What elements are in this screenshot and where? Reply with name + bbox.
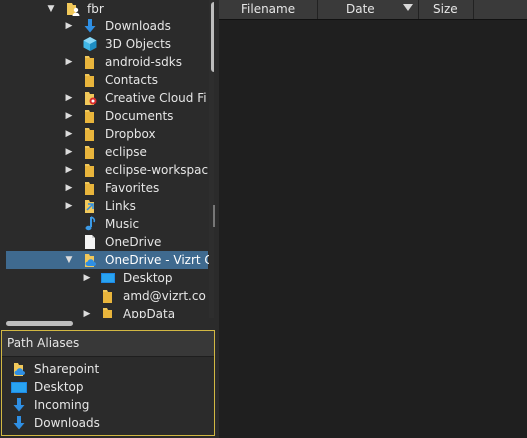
tree-vertical-scroll-thumb[interactable] <box>211 2 214 72</box>
tree-item-eclipse-workspace[interactable]: ▶ eclipse-workspac <box>6 161 209 179</box>
tree-item-fbr[interactable]: ▼ fbr <box>6 0 206 18</box>
tree-item-label: 3D Objects <box>105 37 172 51</box>
tree-item-label: OneDrive <box>105 235 162 249</box>
tree-item-android-sdks[interactable]: ▶ android-sdks <box>6 53 206 71</box>
tree-item-label: AppData <box>123 307 176 318</box>
alias-label: Desktop <box>34 380 84 394</box>
tree-item-music[interactable]: Music <box>6 215 206 233</box>
pane-splitter-handle[interactable] <box>213 205 215 227</box>
tree-item-documents[interactable]: ▶ Documents <box>6 107 206 125</box>
folder-icon <box>100 288 116 304</box>
tree-item-label: fbr <box>87 2 104 16</box>
download-arrow-icon <box>82 18 98 34</box>
collapsed-arrow-icon[interactable]: ▶ <box>64 107 74 125</box>
folder-icon <box>82 72 98 88</box>
path-aliases-title: Path Aliases <box>7 336 80 350</box>
tree-item-amd-vizrt[interactable]: amd@vizrt.co <box>6 287 206 305</box>
tree-item-appdata[interactable]: ▶ AppData <box>6 305 206 318</box>
tree-item-contacts[interactable]: Contacts <box>6 71 206 89</box>
collapsed-arrow-icon[interactable]: ▶ <box>82 305 92 318</box>
onedrive-folder-icon <box>82 252 98 268</box>
column-header-size[interactable]: Size <box>419 0 474 19</box>
folder-icon <box>82 180 98 196</box>
collapsed-arrow-icon[interactable]: ▶ <box>64 17 74 35</box>
column-header-label: Size <box>433 2 458 16</box>
tree-item-label: Favorites <box>105 181 160 195</box>
folder-icon <box>82 162 98 178</box>
alias-item-sharepoint[interactable]: Sharepoint <box>9 360 209 378</box>
tree-item-label: amd@vizrt.co <box>123 289 206 303</box>
tree-horizontal-scroll-thumb[interactable] <box>6 321 73 326</box>
collapsed-arrow-icon[interactable]: ▶ <box>64 89 74 107</box>
tree-item-label: Contacts <box>105 73 158 87</box>
tree-item-links[interactable]: ▶ Links <box>6 197 206 215</box>
desktop-folder-icon <box>11 379 27 395</box>
alias-label: Sharepoint <box>34 362 100 376</box>
tree-horizontal-scrollbar[interactable] <box>6 320 214 328</box>
tree-item-creative-cloud-files[interactable]: ▶ Creative Cloud Fi <box>6 89 207 107</box>
tree-item-label: Music <box>105 217 140 231</box>
column-header-label: Date <box>346 2 375 16</box>
tree-item-label: android-sdks <box>105 55 182 69</box>
tree-item-label: eclipse-workspac <box>105 163 209 177</box>
expand-arrow-icon[interactable]: ▼ <box>64 251 74 269</box>
tree-item-label: Desktop <box>123 271 173 285</box>
sort-descending-icon <box>403 4 413 11</box>
file-list-header: Filename Date Size <box>219 0 527 20</box>
tree-item-label: Dropbox <box>105 127 156 141</box>
folder-icon <box>82 108 98 124</box>
creative-cloud-folder-icon <box>82 90 98 106</box>
collapsed-arrow-icon[interactable]: ▶ <box>64 125 74 143</box>
collapsed-arrow-icon[interactable]: ▶ <box>82 269 92 287</box>
download-arrow-icon <box>11 397 27 413</box>
collapsed-arrow-icon[interactable]: ▶ <box>64 179 74 197</box>
tree-item-favorites[interactable]: ▶ Favorites <box>6 179 206 197</box>
tree-item-label: Creative Cloud Fi <box>105 91 207 105</box>
tree-item-downloads[interactable]: ▶ Downloads <box>6 17 206 35</box>
tree-item-onedrive[interactable]: OneDrive <box>6 233 206 251</box>
alias-label: Incoming <box>34 398 90 412</box>
collapsed-arrow-icon[interactable]: ▶ <box>64 143 74 161</box>
tree-item-label: Links <box>105 199 136 213</box>
file-list-pane[interactable]: Filename Date Size <box>219 0 527 438</box>
collapsed-arrow-icon[interactable]: ▶ <box>64 197 74 215</box>
alias-label: Downloads <box>34 416 100 430</box>
folder-icon <box>100 306 116 318</box>
alias-item-downloads[interactable]: Downloads <box>9 414 209 432</box>
tree-item-label: Downloads <box>105 19 171 33</box>
cube-icon <box>82 36 98 52</box>
tree-vertical-scrollbar[interactable] <box>209 0 214 318</box>
tree-item-eclipse[interactable]: ▶ eclipse <box>6 143 206 161</box>
download-arrow-icon <box>11 415 27 431</box>
path-aliases-panel: Path Aliases Sharepoint Desktop Incoming… <box>1 330 215 436</box>
tree-item-label: OneDrive - Vizrt C <box>105 253 213 267</box>
folder-icon <box>82 126 98 142</box>
alias-item-desktop[interactable]: Desktop <box>9 378 209 396</box>
tree-item-onedrive-vizrt[interactable]: ▼ OneDrive - Vizrt C <box>6 251 213 269</box>
user-folder-icon <box>65 1 81 17</box>
desktop-folder-icon <box>100 270 116 286</box>
column-header-label: Filename <box>241 2 296 16</box>
column-header-date[interactable]: Date <box>318 0 419 19</box>
folder-tree: ▼ fbr ▶ Downloads 3D Objects ▶ android-s… <box>6 0 214 318</box>
tree-item-label: Documents <box>105 109 174 123</box>
path-aliases-header: Path Aliases <box>2 331 214 357</box>
document-icon <box>82 234 98 250</box>
tree-item-desktop[interactable]: ▶ Desktop <box>6 269 206 287</box>
link-folder-icon <box>82 198 98 214</box>
onedrive-folder-icon <box>11 361 27 377</box>
tree-item-3d-objects[interactable]: 3D Objects <box>6 35 206 53</box>
folder-icon <box>82 54 98 70</box>
folder-icon <box>82 144 98 160</box>
tree-item-label: eclipse <box>105 145 147 159</box>
expand-arrow-icon[interactable]: ▼ <box>46 0 56 18</box>
alias-item-incoming[interactable]: Incoming <box>9 396 209 414</box>
collapsed-arrow-icon[interactable]: ▶ <box>64 161 74 179</box>
tree-item-dropbox[interactable]: ▶ Dropbox <box>6 125 206 143</box>
column-header-filename[interactable]: Filename <box>219 0 318 19</box>
collapsed-arrow-icon[interactable]: ▶ <box>64 53 74 71</box>
music-note-icon <box>82 216 98 232</box>
